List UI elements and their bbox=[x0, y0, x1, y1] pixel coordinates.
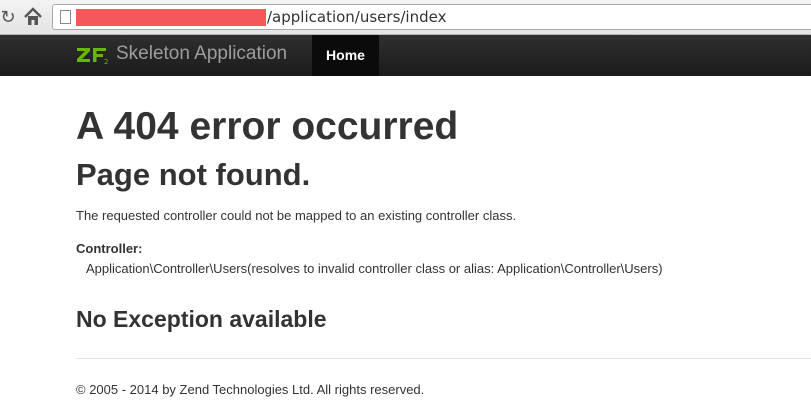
home-icon[interactable] bbox=[23, 6, 43, 28]
app-navbar: 2 Skeleton Application Home bbox=[0, 35, 811, 76]
error-message: The requested controller could not be ma… bbox=[76, 208, 517, 223]
page-icon bbox=[60, 10, 71, 24]
footer-divider bbox=[76, 358, 811, 359]
error-heading: A 404 error occurred bbox=[76, 105, 459, 148]
reload-icon[interactable]: ↻ bbox=[0, 6, 16, 28]
exception-heading: No Exception available bbox=[76, 306, 327, 332]
address-bar[interactable]: /application/users/index bbox=[52, 4, 811, 30]
controller-label: Controller: bbox=[76, 241, 143, 256]
nav-home-link[interactable]: Home bbox=[312, 35, 379, 76]
brand-name[interactable]: Skeleton Application bbox=[116, 42, 287, 66]
svg-text:2: 2 bbox=[104, 58, 108, 66]
url-path: /application/users/index bbox=[267, 8, 447, 26]
redacted-host bbox=[76, 9, 266, 26]
footer-copyright: © 2005 - 2014 by Zend Technologies Ltd. … bbox=[76, 382, 425, 397]
browser-toolbar: ↻ /application/users/index bbox=[0, 0, 811, 35]
controller-value: Application\Controller\Users(resolves to… bbox=[86, 261, 663, 276]
error-subheading: Page not found. bbox=[76, 157, 311, 192]
zf-logo-icon[interactable]: 2 bbox=[76, 44, 110, 66]
